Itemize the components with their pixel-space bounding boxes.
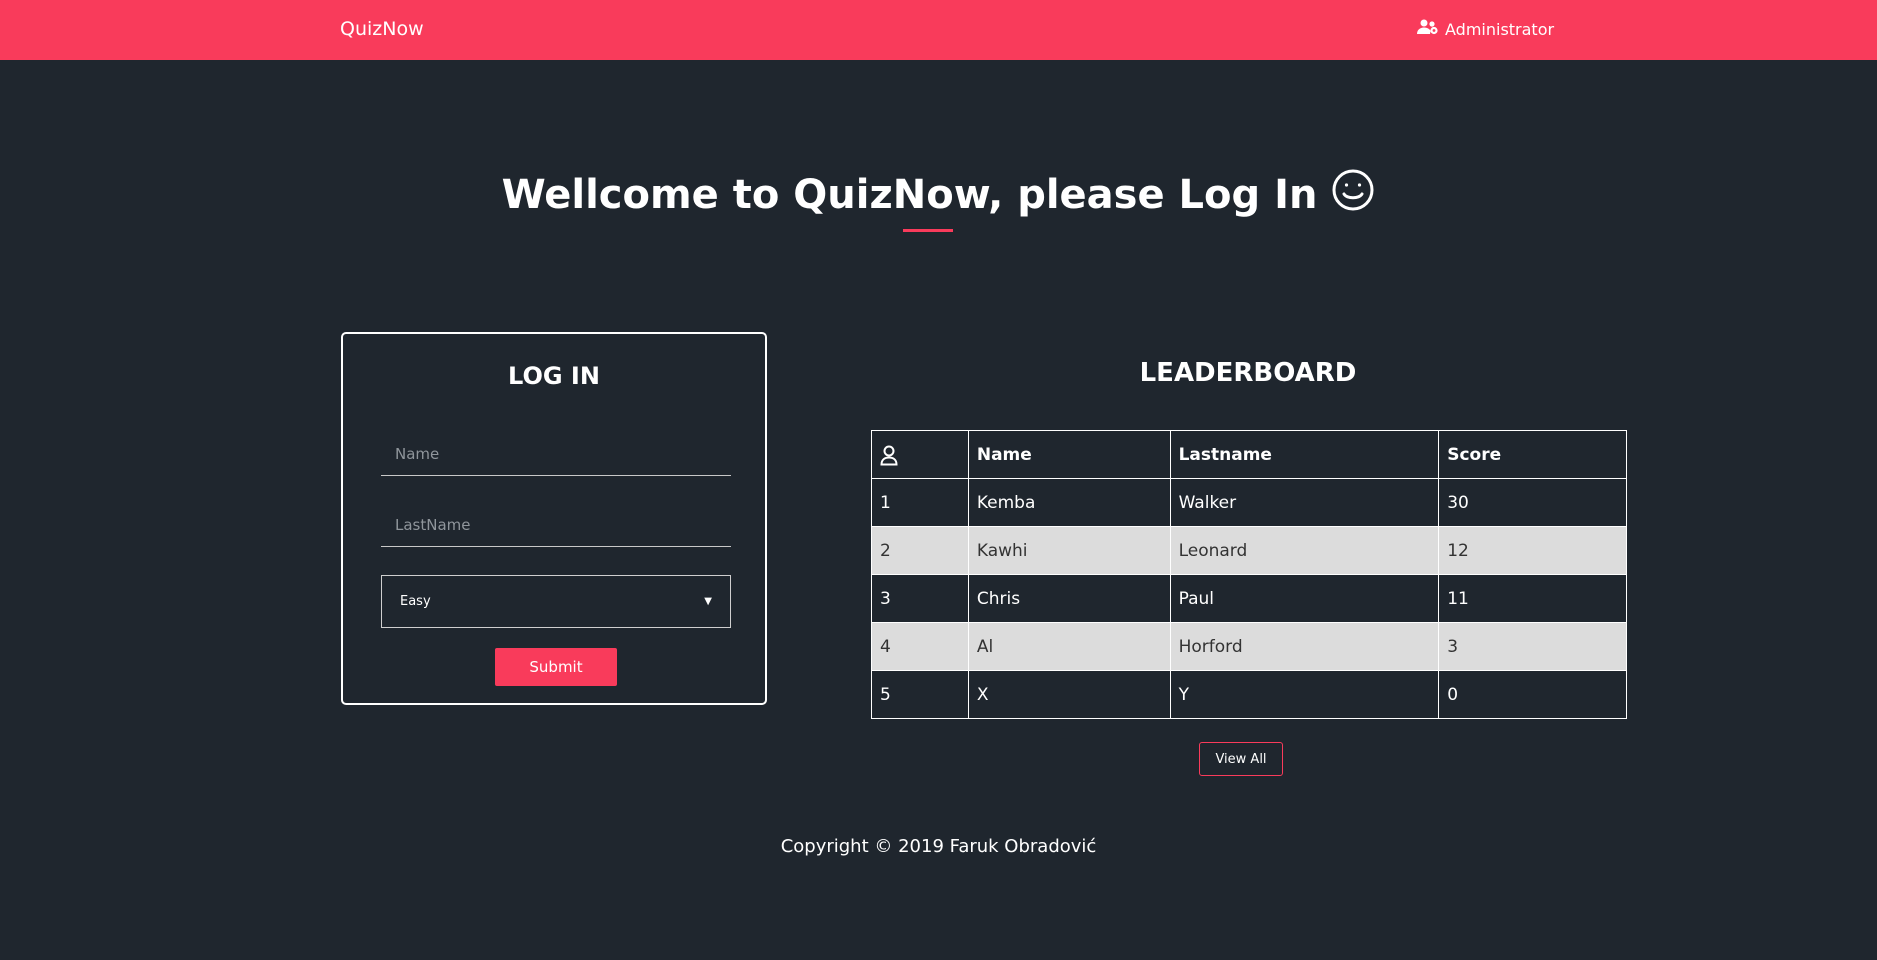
lastname-column-header: Lastname	[1169, 430, 1440, 479]
lastname-cell: Walker	[1169, 478, 1440, 527]
score-cell: 30	[1438, 478, 1627, 527]
footer-copyright: Copyright © 2019 Faruk Obradović	[780, 836, 1097, 857]
top-navbar: QuizNow Administrator	[0, 0, 1877, 60]
name-column-header: Name	[967, 430, 1171, 479]
rank-cell: 3	[871, 574, 969, 623]
name-input[interactable]	[381, 432, 731, 476]
lastname-input[interactable]	[381, 503, 731, 547]
lastname-cell: Paul	[1169, 574, 1440, 623]
table-header-row: Name Lastname Score	[871, 430, 1627, 479]
difficulty-select[interactable]: Easy ▼	[381, 575, 731, 628]
score-cell: 0	[1438, 670, 1627, 719]
rank-cell: 5	[871, 670, 969, 719]
name-cell: Kawhi	[967, 526, 1171, 575]
table-row: 3 Chris Paul 11	[871, 574, 1627, 623]
leaderboard-title: LEADERBOARD	[1139, 358, 1357, 388]
smile-icon	[1331, 168, 1375, 222]
brand-link[interactable]: QuizNow	[340, 18, 424, 40]
administrator-label: Administrator	[1445, 19, 1555, 39]
table-row: 5 X Y 0	[871, 670, 1627, 719]
score-column-header: Score	[1438, 430, 1627, 479]
login-title: LOG IN	[508, 362, 600, 390]
lastname-cell: Leonard	[1169, 526, 1440, 575]
table-row: 2 Kawhi Leonard 12	[871, 526, 1627, 575]
rank-cell: 4	[871, 622, 969, 671]
name-cell: X	[967, 670, 1171, 719]
administrator-link[interactable]: Administrator	[1417, 19, 1554, 39]
name-cell: Al	[967, 622, 1171, 671]
lastname-cell: Y	[1169, 670, 1440, 719]
score-cell: 12	[1438, 526, 1627, 575]
score-cell: 3	[1438, 622, 1627, 671]
page-title: Wellcome to QuizNow, please Log In	[0, 168, 1877, 222]
table-row: 4 Al Horford 3	[871, 622, 1627, 671]
users-cog-icon	[1417, 19, 1439, 39]
title-underline	[903, 229, 953, 232]
difficulty-selected-value: Easy	[400, 594, 431, 609]
table-row: 1 Kemba Walker 30	[871, 478, 1627, 527]
page-title-text: Wellcome to QuizNow, please Log In	[501, 172, 1318, 218]
view-all-button[interactable]: View All	[1199, 742, 1283, 776]
dropdown-arrow-icon: ▼	[704, 596, 712, 607]
rank-column-header	[871, 430, 969, 479]
user-icon	[880, 444, 960, 466]
rank-cell: 1	[871, 478, 969, 527]
submit-button[interactable]: Submit	[495, 648, 617, 686]
leaderboard-table: Name Lastname Score 1 Kemba Walker 30 2 …	[871, 430, 1627, 719]
lastname-cell: Horford	[1169, 622, 1440, 671]
rank-cell: 2	[871, 526, 969, 575]
score-cell: 11	[1438, 574, 1627, 623]
name-cell: Chris	[967, 574, 1171, 623]
name-cell: Kemba	[967, 478, 1171, 527]
